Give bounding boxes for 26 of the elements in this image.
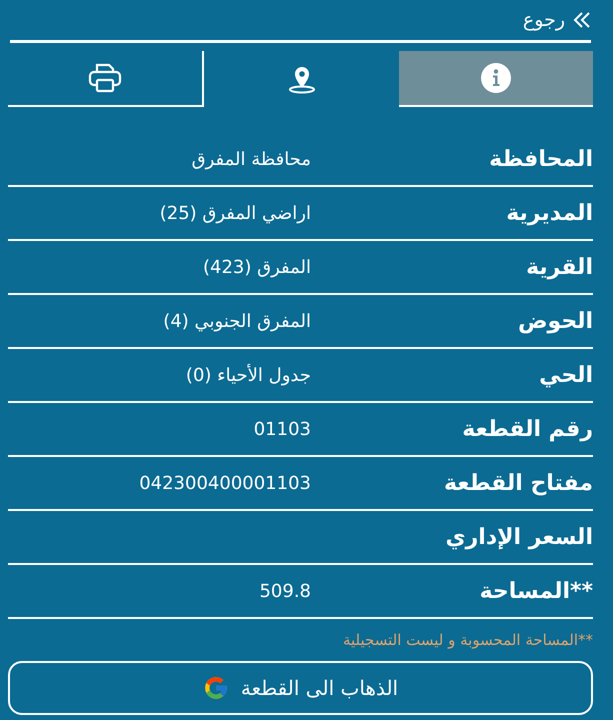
field-label: الحوض	[516, 308, 593, 334]
printer-icon	[88, 63, 122, 93]
google-g-icon	[202, 675, 229, 701]
field-label: **المساحة	[478, 578, 593, 604]
back-link[interactable]: رجوع	[522, 9, 591, 31]
field-label: المحافظة	[488, 146, 593, 172]
field-value: اراضي المفرق (25)	[160, 202, 311, 224]
field-label: مفتاح القطعة	[442, 470, 593, 496]
location-pin-icon	[286, 64, 317, 94]
field-value: جدول الأحياء (0)	[186, 364, 311, 386]
field-value: المفرق (423)	[202, 256, 311, 278]
field-value: 01103	[254, 418, 311, 440]
field-label: القرية	[525, 254, 593, 280]
field-value: المفرق الجنوبي (4)	[163, 310, 311, 332]
go-to-plot-button[interactable]: الذهاب الى القطعة	[8, 661, 593, 715]
tab[interactable]	[398, 51, 593, 107]
info-icon	[480, 63, 511, 93]
field-label: رقم القطعة	[461, 416, 593, 442]
field-label: المديرية	[505, 200, 593, 226]
field-value: محافظة المفرق	[192, 148, 311, 170]
double-chevron-icon	[571, 11, 591, 29]
field-value: 509.8	[259, 580, 311, 602]
footnote: **المساحة المحسوبة و ليست التسجيلية	[342, 631, 593, 649]
field-label: الحي	[538, 362, 593, 388]
field-value: 042300400001103	[139, 472, 311, 494]
field-label: السعر الإداري	[444, 524, 593, 550]
